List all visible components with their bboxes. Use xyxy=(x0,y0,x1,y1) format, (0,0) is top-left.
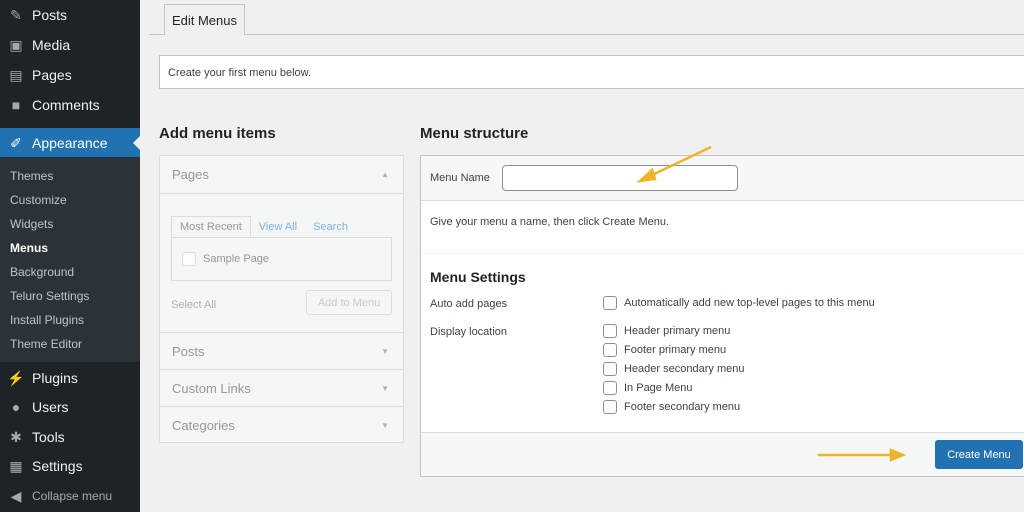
arrow-icon xyxy=(636,145,907,462)
annotation-arrows xyxy=(636,145,907,462)
